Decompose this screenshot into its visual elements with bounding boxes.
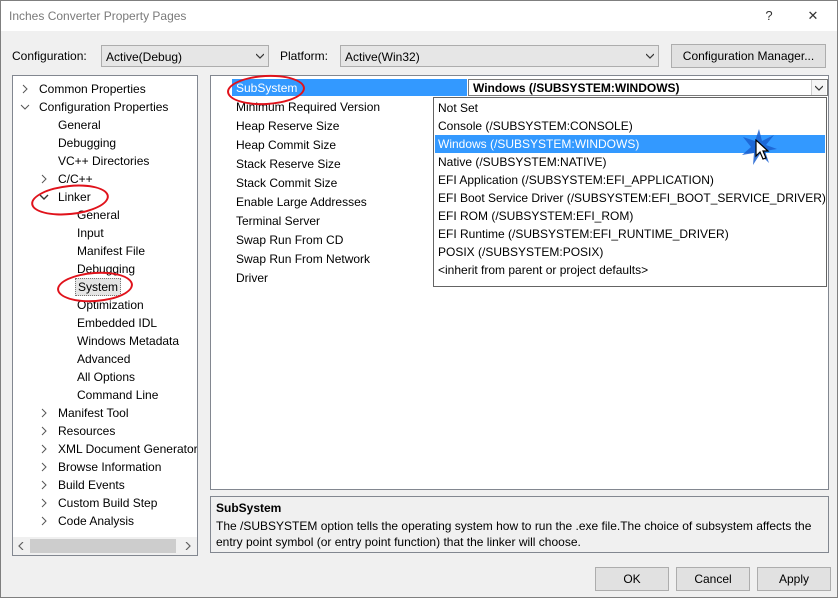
chevron-down-icon <box>815 85 823 91</box>
configuration-value: Active(Debug) <box>106 50 183 64</box>
platform-label: Platform: <box>280 49 329 63</box>
help-button[interactable]: ? <box>755 5 783 27</box>
expand-arrow-icon[interactable] <box>39 440 49 458</box>
scroll-left-icon[interactable] <box>17 542 25 550</box>
tree-horizontal-scrollbar[interactable] <box>13 537 197 555</box>
tree-item-linker-input[interactable]: Input <box>77 224 104 242</box>
mouse-cursor-icon <box>755 139 770 160</box>
expand-arrow-icon[interactable] <box>39 494 49 512</box>
expand-arrow-icon[interactable] <box>39 476 49 494</box>
chevron-down-icon <box>256 53 264 59</box>
category-tree: Common Properties Configuration Properti… <box>12 75 198 556</box>
tree-item-vc-directories[interactable]: VC++ Directories <box>58 152 149 170</box>
dropdown-option-efi-application[interactable]: EFI Application (/SUBSYSTEM:EFI_APPLICAT… <box>435 171 825 189</box>
scrollbar-thumb[interactable] <box>30 539 176 553</box>
expand-arrow-icon[interactable] <box>39 458 49 476</box>
configuration-dropdown[interactable]: Active(Debug) <box>101 45 269 67</box>
configuration-label: Configuration: <box>12 49 87 63</box>
tree-item-linker-all-options[interactable]: All Options <box>77 368 135 386</box>
expand-arrow-icon[interactable] <box>39 422 49 440</box>
chevron-down-icon <box>646 53 654 59</box>
dropdown-option-inherit[interactable]: <inherit from parent or project defaults… <box>435 261 825 279</box>
subsystem-value-combo[interactable]: Windows (/SUBSYSTEM:WINDOWS) <box>468 79 828 96</box>
tree-item-linker-embedded-idl[interactable]: Embedded IDL <box>77 314 157 332</box>
tree-item-debugging[interactable]: Debugging <box>58 134 116 152</box>
platform-value: Active(Win32) <box>345 50 420 64</box>
tree-item-linker-command-line[interactable]: Command Line <box>77 386 158 404</box>
expand-arrow-icon[interactable] <box>39 170 49 188</box>
close-button[interactable]: ✕ <box>799 5 827 27</box>
platform-dropdown[interactable]: Active(Win32) <box>340 45 659 67</box>
description-panel: SubSystem The /SUBSYSTEM option tells th… <box>210 496 829 553</box>
dropdown-option-efi-runtime[interactable]: EFI Runtime (/SUBSYSTEM:EFI_RUNTIME_DRIV… <box>435 225 825 243</box>
scroll-right-icon[interactable] <box>184 542 192 550</box>
expand-arrow-icon[interactable] <box>39 404 49 422</box>
subsystem-dropdown-list: Not Set Console (/SUBSYSTEM:CONSOLE) Win… <box>433 97 827 287</box>
configuration-manager-button[interactable]: Configuration Manager... <box>671 44 826 68</box>
description-title: SubSystem <box>216 501 282 515</box>
tree-item-linker-windows-metadata[interactable]: Windows Metadata <box>77 332 179 350</box>
expand-arrow-icon[interactable] <box>20 80 30 98</box>
collapse-arrow-icon[interactable] <box>20 98 30 116</box>
description-text: The /SUBSYSTEM option tells the operatin… <box>216 519 812 549</box>
dropdown-option-efi-rom[interactable]: EFI ROM (/SUBSYSTEM:EFI_ROM) <box>435 207 825 225</box>
property-pages-dialog: Inches Converter Property Pages ? ✕ Conf… <box>0 0 838 598</box>
tree-item-linker-manifest-file[interactable]: Manifest File <box>77 242 145 260</box>
window-title: Inches Converter Property Pages <box>9 9 187 23</box>
dropdown-option-efi-boot-service-driver[interactable]: EFI Boot Service Driver (/SUBSYSTEM:EFI_… <box>435 189 826 207</box>
title-bar: Inches Converter Property Pages ? ✕ <box>1 1 837 31</box>
expand-arrow-icon[interactable] <box>39 512 49 530</box>
subsystem-value: Windows (/SUBSYSTEM:WINDOWS) <box>473 81 680 95</box>
dropdown-option-not-set[interactable]: Not Set <box>435 99 825 117</box>
cancel-button[interactable]: Cancel <box>676 567 750 591</box>
apply-button[interactable]: Apply <box>757 567 831 591</box>
tree-item-general[interactable]: General <box>58 116 101 134</box>
subsystem-dropdown-button[interactable] <box>811 80 826 95</box>
tree-item-linker-advanced[interactable]: Advanced <box>77 350 130 368</box>
dropdown-option-posix[interactable]: POSIX (/SUBSYSTEM:POSIX) <box>435 243 825 261</box>
ok-button[interactable]: OK <box>595 567 669 591</box>
